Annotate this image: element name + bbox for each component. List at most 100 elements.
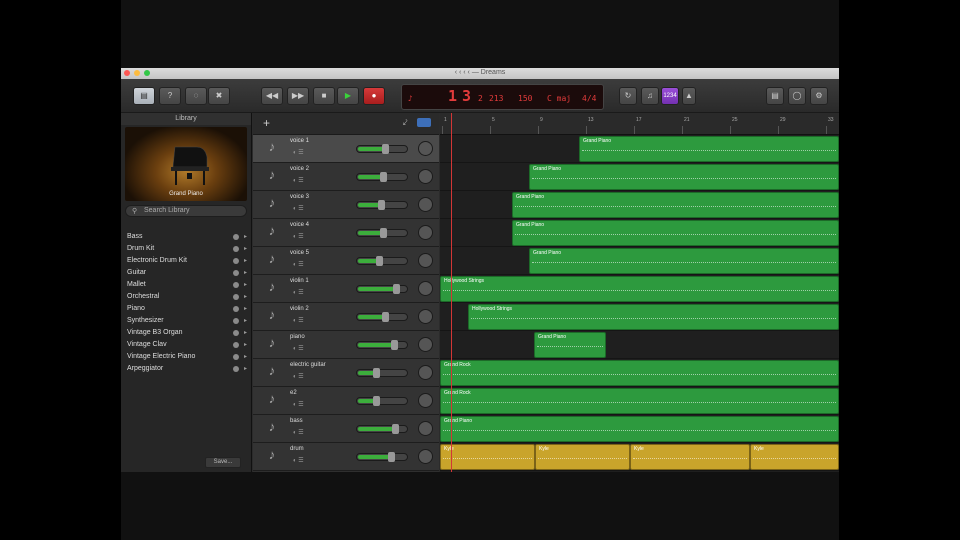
volume-knob[interactable]	[393, 284, 400, 294]
drummer-region[interactable]: Kyle	[440, 444, 535, 470]
library-category[interactable]: Vintage Clav ▸	[121, 339, 251, 351]
volume-knob[interactable]	[372, 368, 380, 378]
volume-knob[interactable]	[380, 228, 388, 238]
help-button[interactable]: ?	[159, 87, 181, 105]
metronome-button[interactable]: ▲	[682, 87, 696, 105]
track-name[interactable]: voice 2	[290, 166, 309, 172]
tuner-button[interactable]: ♫	[641, 87, 659, 105]
track-header[interactable]: ♪ e2 ◐ ☰	[253, 387, 439, 415]
download-icon[interactable]	[233, 270, 239, 276]
download-icon[interactable]	[233, 306, 239, 312]
download-icon[interactable]	[233, 342, 239, 348]
mute-solo-icons[interactable]: ◐ ☰	[293, 177, 304, 184]
mute-solo-icons[interactable]: ◐ ☰	[293, 345, 304, 352]
download-icon[interactable]	[233, 282, 239, 288]
count-in-button[interactable]: 1234	[661, 87, 679, 105]
midi-region[interactable]: Grand Piano	[512, 220, 839, 246]
download-icon[interactable]	[233, 258, 239, 264]
fast-forward-button[interactable]: ▶▶	[287, 87, 309, 105]
volume-knob[interactable]	[379, 172, 387, 182]
pan-knob[interactable]	[418, 337, 433, 352]
smart-controls-button[interactable]: ◌	[185, 87, 207, 105]
pan-knob[interactable]	[418, 449, 433, 464]
pan-knob[interactable]	[418, 281, 433, 296]
midi-region[interactable]: Grand Piano	[534, 332, 606, 358]
cycle-button[interactable]: ↻	[619, 87, 637, 105]
track-header[interactable]: ♪ violin 2 ◐ ☰	[253, 303, 439, 331]
track-name[interactable]: violin 2	[290, 306, 309, 312]
track-name[interactable]: voice 1	[290, 138, 309, 144]
track-name[interactable]: voice 5	[290, 250, 309, 256]
library-toggle-button[interactable]: ▤	[133, 87, 155, 105]
stop-button[interactable]: ■	[313, 87, 335, 105]
mute-solo-icons[interactable]: ◐ ☰	[293, 289, 304, 296]
track-name[interactable]: piano	[290, 334, 305, 340]
flex-icon[interactable]: ⤦	[403, 118, 413, 127]
library-category[interactable]: Vintage B3 Organ ▸	[121, 327, 251, 339]
play-button[interactable]: ▶	[337, 87, 359, 105]
track-header[interactable]: ♪ voice 1 ◐ ☰	[253, 135, 439, 163]
volume-slider[interactable]	[356, 200, 408, 210]
pan-knob[interactable]	[418, 225, 433, 240]
download-icon[interactable]	[233, 294, 239, 300]
midi-region[interactable]: Hollywood Strings	[440, 276, 839, 302]
volume-slider[interactable]	[356, 228, 408, 238]
media-browser-button[interactable]: ⚙	[810, 87, 828, 105]
drummer-region[interactable]: Kyle	[750, 444, 839, 470]
save-button[interactable]: Save...	[205, 457, 241, 468]
library-category[interactable]: Guitar ▸	[121, 267, 251, 279]
pan-knob[interactable]	[418, 365, 433, 380]
volume-slider[interactable]	[356, 340, 408, 350]
volume-slider[interactable]	[356, 424, 408, 434]
mute-solo-icons[interactable]: ◐ ☰	[293, 401, 304, 408]
volume-knob[interactable]	[392, 424, 400, 434]
volume-slider[interactable]	[356, 256, 408, 266]
track-header[interactable]: ♪ voice 5 ◐ ☰	[253, 247, 439, 275]
download-icon[interactable]	[233, 366, 239, 372]
track-header[interactable]: ♪ violin 1 ◐ ☰	[253, 275, 439, 303]
volume-slider[interactable]	[356, 452, 408, 462]
download-icon[interactable]	[233, 246, 239, 252]
notepad-button[interactable]: ▤	[766, 87, 784, 105]
midi-region[interactable]: Grand Rock	[440, 388, 839, 414]
library-category[interactable]: Piano ▸	[121, 303, 251, 315]
library-search-input[interactable]: ⚲ Search Library	[125, 205, 247, 217]
midi-region[interactable]: Hollywood Strings	[468, 304, 839, 330]
track-name[interactable]: drum	[290, 446, 304, 452]
library-category[interactable]: Mallet ▸	[121, 279, 251, 291]
volume-knob[interactable]	[378, 200, 386, 210]
track-header[interactable]: ♪ drum ◐ ☰	[253, 443, 439, 471]
download-icon[interactable]	[233, 318, 239, 324]
volume-slider[interactable]	[356, 312, 408, 322]
loop-browser-button[interactable]: ◯	[788, 87, 806, 105]
track-name[interactable]: e2	[290, 390, 297, 396]
mute-solo-icons[interactable]: ◐ ☰	[293, 429, 304, 436]
library-category[interactable]: Arpeggiator ▸	[121, 363, 251, 375]
library-category[interactable]: Drum Kit ▸	[121, 243, 251, 255]
download-icon[interactable]	[233, 330, 239, 336]
ruler[interactable]: 1 5 9 13 17 21 25 29 33	[440, 113, 839, 135]
volume-knob[interactable]	[390, 340, 398, 350]
library-category[interactable]: Synthesizer ▸	[121, 315, 251, 327]
rewind-button[interactable]: ◀◀	[261, 87, 283, 105]
midi-region[interactable]: Grand Piano	[529, 248, 839, 274]
volume-knob[interactable]	[381, 144, 389, 154]
midi-region[interactable]: Grand Rock	[440, 360, 839, 386]
drummer-region[interactable]: Kyle	[535, 444, 630, 470]
mute-solo-icons[interactable]: ◐ ☰	[293, 373, 304, 380]
library-category[interactable]: Orchestral ▸	[121, 291, 251, 303]
download-icon[interactable]	[233, 234, 239, 240]
mute-solo-icons[interactable]: ◐ ☰	[293, 317, 304, 324]
midi-region[interactable]: Grand Piano	[512, 192, 839, 218]
volume-knob[interactable]	[381, 312, 389, 322]
pan-knob[interactable]	[418, 169, 433, 184]
track-name[interactable]: voice 3	[290, 194, 309, 200]
volume-knob[interactable]	[376, 256, 384, 266]
track-header[interactable]: ♪ voice 3 ◐ ☰	[253, 191, 439, 219]
pan-knob[interactable]	[418, 253, 433, 268]
volume-slider[interactable]	[356, 396, 408, 406]
record-button[interactable]: ●	[363, 87, 385, 105]
volume-slider[interactable]	[356, 144, 408, 154]
add-track-icon[interactable]: +	[263, 116, 270, 130]
volume-slider[interactable]	[356, 368, 408, 378]
